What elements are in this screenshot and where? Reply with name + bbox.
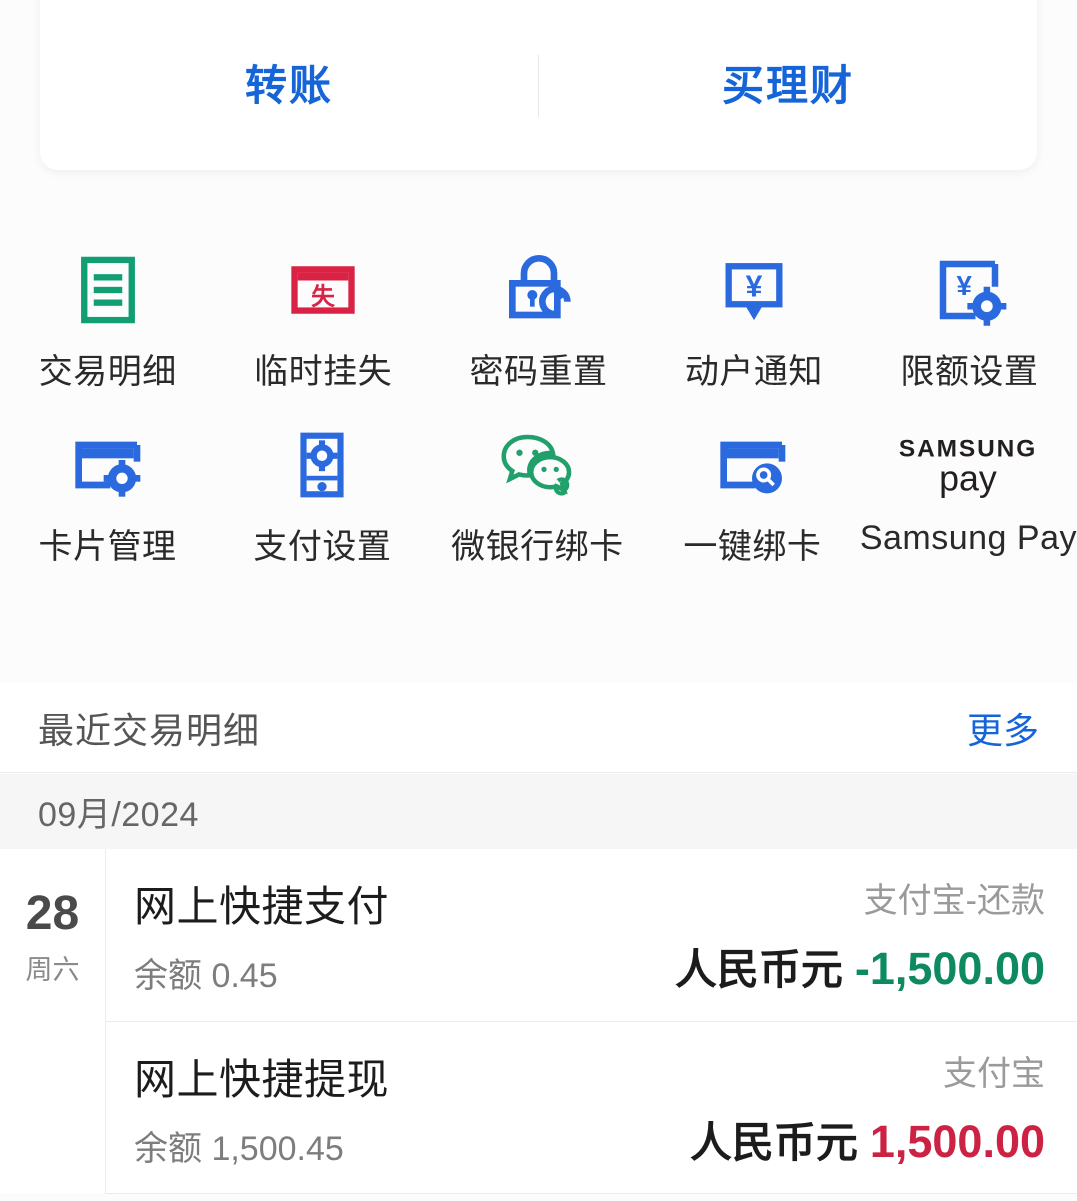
- transaction-date: 28 周六: [0, 849, 105, 1021]
- transaction-balance: 余额 1,500.45: [134, 1129, 344, 1168]
- quick-actions-grid: 交易明细 失 临时挂失 密码重置 ¥ 动户通知 ¥ 限额设置 卡片管理 支付设置…: [0, 240, 1077, 568]
- section-title: 最近交易明细: [38, 709, 261, 751]
- month-label: 09月/2024: [38, 796, 199, 834]
- svg-text:¥: ¥: [746, 270, 763, 303]
- svg-text:失: 失: [311, 283, 335, 310]
- transaction-amount: 1,500.00: [869, 1115, 1045, 1167]
- transaction-info: 网上快捷支付 余额 0.45: [134, 873, 389, 997]
- quick-action-password-reset[interactable]: 密码重置: [431, 240, 646, 393]
- temporary-card-loss-icon: 失: [285, 248, 361, 332]
- account-action-card: 转账 买理财: [40, 0, 1037, 170]
- list-bottom-divider: [105, 1193, 1077, 1194]
- quick-action-label: 限额设置: [900, 353, 1039, 391]
- transaction-details-icon: [70, 248, 146, 332]
- quick-action-wechat-bind-card[interactable]: 微银行绑卡: [430, 415, 645, 568]
- date-column-divider: [105, 849, 106, 1021]
- card-management-icon: [67, 423, 147, 507]
- quick-action-payment-settings[interactable]: 支付设置: [215, 415, 430, 568]
- buy-wealth-button[interactable]: 买理财: [539, 65, 1037, 107]
- transaction-name: 网上快捷支付: [134, 883, 390, 930]
- quick-actions-row-2: 卡片管理 支付设置 微银行绑卡 一键绑卡 SAMSUNG pay Samsung…: [0, 415, 1077, 568]
- quick-action-label: 交易明细: [38, 353, 177, 391]
- transfer-button[interactable]: 转账: [40, 65, 538, 107]
- quick-action-transaction-details[interactable]: 交易明细: [0, 240, 215, 393]
- quick-action-label: 动户通知: [684, 353, 823, 391]
- transaction-amount-line: 人民币元 1,500.00: [690, 1109, 1045, 1170]
- transaction-info: 网上快捷提现 余额 1,500.45: [134, 1046, 389, 1170]
- transaction-body: 网上快捷支付 余额 0.45 支付宝-还款 人民币元 -1,500.00: [106, 849, 1077, 1021]
- payment-settings-icon: [285, 423, 359, 507]
- transaction-channel: 支付宝: [943, 1054, 1045, 1093]
- password-reset-icon: [499, 248, 579, 332]
- quick-action-account-notification[interactable]: ¥ 动户通知: [646, 240, 861, 393]
- quick-action-label: 临时挂失: [254, 353, 393, 391]
- quick-action-temporary-card-loss[interactable]: 失 临时挂失: [215, 240, 430, 393]
- quick-action-label: 微银行绑卡: [451, 528, 624, 566]
- transaction-amount-line: 人民币元 -1,500.00: [675, 936, 1045, 997]
- quick-action-limit-settings[interactable]: ¥ 限额设置: [862, 240, 1077, 393]
- transaction-weekday: 周六: [25, 954, 80, 985]
- transaction-currency: 人民币元: [674, 946, 843, 993]
- svg-text:¥: ¥: [957, 270, 973, 301]
- transaction-channel: 支付宝-还款: [863, 882, 1045, 920]
- transaction-amount-block: 支付宝 人民币元 1,500.00: [690, 1046, 1045, 1170]
- more-link[interactable]: 更多: [967, 702, 1039, 754]
- transaction-list: 28 周六 网上快捷支付 余额 0.45 支付宝-还款 人民币元 -1,500.…: [0, 849, 1077, 1193]
- action-button-row: 转账 买理财: [40, 2, 1037, 170]
- quick-action-label: Samsung Pay: [859, 519, 1077, 557]
- account-detail-screen: 转账 买理财 交易明细 失 临时挂失 密码重置 ¥ 动户通知 ¥ 限额设置 卡片…: [0, 0, 1077, 1201]
- quick-action-samsung-pay[interactable]: SAMSUNG pay Samsung Pay: [860, 415, 1077, 568]
- transaction-balance: 余额 0.45: [134, 957, 278, 995]
- svg-text:pay: pay: [940, 458, 998, 498]
- wechat-bind-card-icon: [495, 423, 579, 507]
- recent-transactions-header: 最近交易明细 更多: [0, 683, 1077, 773]
- quick-action-card-management[interactable]: 卡片管理: [0, 415, 215, 568]
- transaction-name: 网上快捷提现: [134, 1055, 390, 1103]
- transaction-day: 28: [25, 887, 80, 941]
- quick-action-one-click-bind-card[interactable]: 一键绑卡: [645, 415, 860, 568]
- account-notification-icon: ¥: [716, 248, 792, 332]
- table-row[interactable]: 网上快捷提现 余额 1,500.45 支付宝 人民币元 1,500.00: [0, 1021, 1077, 1193]
- limit-settings-icon: ¥: [930, 248, 1008, 332]
- transaction-date: [0, 1021, 105, 1193]
- quick-action-label: 密码重置: [469, 353, 608, 391]
- quick-action-label: 一键绑卡: [683, 528, 822, 566]
- transaction-currency: 人民币元: [689, 1118, 858, 1166]
- one-click-bind-card-icon: [712, 423, 792, 507]
- table-row[interactable]: 28 周六 网上快捷支付 余额 0.45 支付宝-还款 人民币元 -1,500.…: [0, 849, 1077, 1021]
- quick-action-label: 卡片管理: [38, 528, 177, 566]
- transaction-amount-block: 支付宝-还款 人民币元 -1,500.00: [675, 873, 1045, 997]
- date-column-divider: [105, 1021, 106, 1193]
- transaction-amount: -1,500.00: [854, 943, 1045, 994]
- samsung-pay-icon: SAMSUNG pay: [888, 423, 1048, 507]
- transaction-body: 网上快捷提现 余额 1,500.45 支付宝 人民币元 1,500.00: [106, 1021, 1077, 1193]
- month-group-header: 09月/2024: [0, 774, 1077, 849]
- quick-action-label: 支付设置: [253, 528, 392, 566]
- quick-actions-row-1: 交易明细 失 临时挂失 密码重置 ¥ 动户通知 ¥ 限额设置: [0, 240, 1077, 393]
